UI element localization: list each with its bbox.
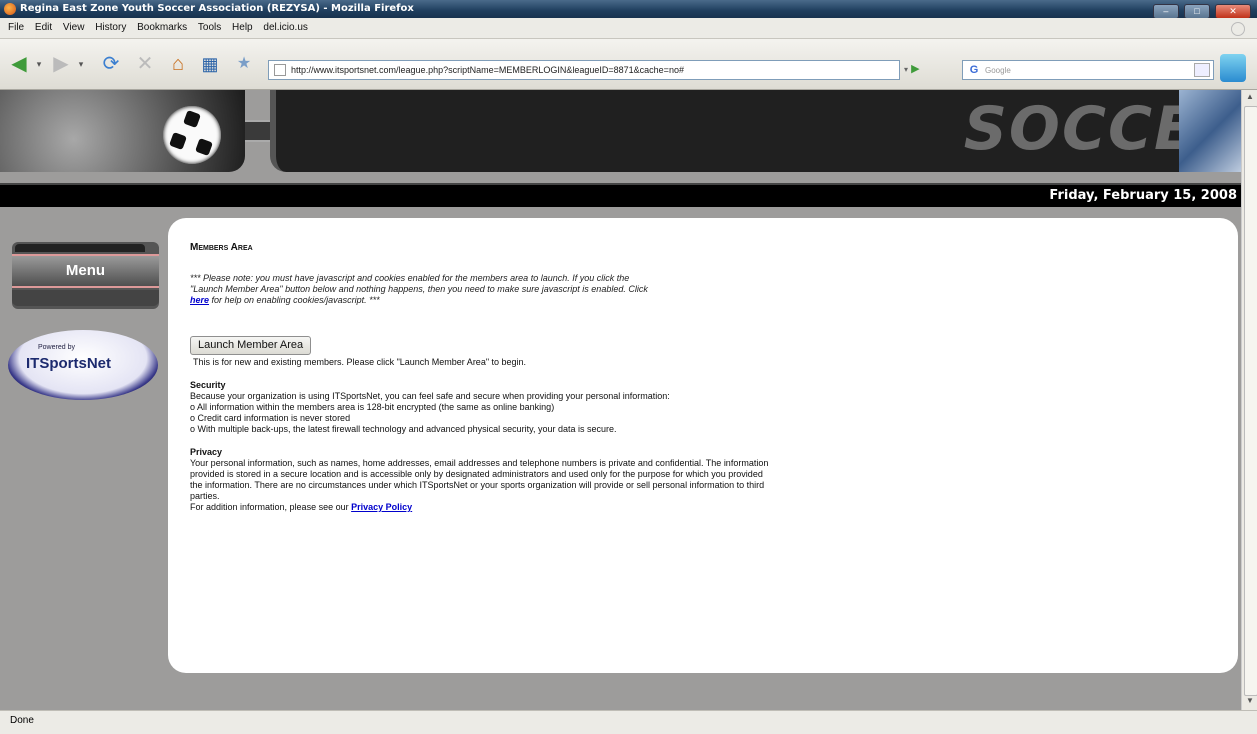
- powered-by-name: ITSportsNet: [26, 355, 112, 372]
- close-button[interactable]: ✕: [1215, 4, 1251, 19]
- date-bar: Friday, February 15, 2008: [0, 183, 1241, 207]
- status-bar: Done: [0, 710, 1257, 734]
- security-body: Because your organization is using ITSpo…: [190, 391, 770, 435]
- help-link[interactable]: here: [190, 295, 209, 305]
- throbber-icon: [1231, 22, 1245, 36]
- go-button[interactable]: ▾ ▶: [904, 60, 948, 78]
- header-photo-left: [0, 90, 245, 172]
- header-connector: [245, 120, 273, 142]
- window-controls: – □ ✕: [1151, 2, 1251, 19]
- extension-icon[interactable]: [1220, 54, 1246, 82]
- forward-dropdown-icon[interactable]: ▾: [76, 51, 86, 77]
- window-title: Regina East Zone Youth Soccer Associatio…: [20, 3, 414, 14]
- menu-history[interactable]: History: [95, 22, 126, 33]
- menu-file[interactable]: File: [8, 22, 24, 33]
- security-item: o Credit card information is never store…: [190, 413, 351, 423]
- menu-button[interactable]: Menu: [12, 254, 159, 288]
- privacy-more-prefix: For addition information, please see our: [190, 502, 349, 512]
- security-intro: Because your organization is using ITSpo…: [190, 391, 670, 401]
- menu-tools[interactable]: Tools: [198, 22, 221, 33]
- powered-by-label: Powered by: [38, 344, 75, 351]
- status-text: Done: [10, 715, 34, 726]
- header-player-image: [1179, 90, 1241, 172]
- privacy-body: Your personal information, such as names…: [190, 458, 770, 513]
- note-text-after: for help on enabling cookies/javascript.…: [211, 295, 380, 305]
- javascript-note: *** Please note: you must have javascrip…: [190, 273, 660, 306]
- navigation-toolbar: ◀ ▾ ▶ ▾ ⟳ ✕ ⌂ ▦ ★ http://www.itsportsnet…: [0, 39, 1257, 90]
- privacy-title: Privacy: [190, 447, 223, 457]
- members-area: Members Area *** Please note: you must h…: [190, 242, 770, 513]
- security-item: o All information within the members are…: [190, 402, 555, 412]
- sidebar-menu: Menu: [12, 242, 159, 309]
- security-item: o With multiple back-ups, the latest fir…: [190, 424, 617, 434]
- menu-bar: File Edit View History Bookmarks Tools H…: [0, 18, 1257, 39]
- bookmark-icon[interactable]: ▦: [197, 51, 223, 77]
- menu-view[interactable]: View: [63, 22, 85, 33]
- vertical-scrollbar[interactable]: ▲ ▼: [1241, 90, 1257, 710]
- search-box[interactable]: G Google: [962, 60, 1214, 80]
- minimize-button[interactable]: –: [1152, 4, 1179, 19]
- menu-bookmarks[interactable]: Bookmarks: [137, 22, 187, 33]
- search-placeholder: Google: [985, 66, 1011, 75]
- stop-icon[interactable]: ✕: [132, 51, 158, 77]
- back-dropdown-icon[interactable]: ▾: [34, 51, 44, 77]
- privacy-policy-link[interactable]: Privacy Policy: [351, 502, 412, 512]
- search-engine-icon[interactable]: G: [963, 61, 985, 79]
- page-title: Members Area: [190, 242, 253, 253]
- go-arrow-icon: ▶: [911, 63, 920, 75]
- url-bar[interactable]: http://www.itsportsnet.com/league.php?sc…: [268, 60, 900, 80]
- launch-subtext: This is for new and existing members. Pl…: [193, 357, 527, 367]
- privacy-text: Your personal information, such as names…: [190, 458, 769, 501]
- menu-help[interactable]: Help: [232, 22, 253, 33]
- tag-icon[interactable]: ★: [231, 51, 257, 77]
- note-text-before: *** Please note: you must have javascrip…: [190, 273, 648, 294]
- scroll-down-icon[interactable]: ▼: [1244, 696, 1256, 708]
- reload-icon[interactable]: ⟳: [98, 51, 124, 77]
- menu-edit[interactable]: Edit: [35, 22, 52, 33]
- menu-tab-bottom: [12, 290, 159, 306]
- scroll-thumb[interactable]: [1244, 106, 1257, 696]
- back-arrow-icon[interactable]: ◀: [6, 51, 32, 77]
- url-text: http://www.itsportsnet.com/league.php?sc…: [291, 65, 684, 75]
- maximize-button[interactable]: □: [1183, 4, 1210, 19]
- header-banner: SOCCE: [270, 90, 1241, 172]
- content-panel: Members Area *** Please note: you must h…: [168, 218, 1238, 673]
- page-viewport: SOCCE Friday, February 15, 2008 Menu Pow…: [0, 90, 1241, 710]
- forward-arrow-icon[interactable]: ▶: [48, 51, 74, 77]
- menu-delicious[interactable]: del.icio.us: [263, 22, 307, 33]
- soccer-ball-icon: [163, 106, 221, 164]
- scroll-up-icon[interactable]: ▲: [1244, 92, 1256, 104]
- security-title: Security: [190, 380, 226, 390]
- url-dropdown-icon[interactable]: ▾: [904, 65, 908, 74]
- window-titlebar: Regina East Zone Youth Soccer Associatio…: [0, 0, 1257, 19]
- powered-by-logo[interactable]: Powered by ITSportsNet: [8, 330, 158, 400]
- firefox-icon: [4, 3, 16, 15]
- page-favicon: [274, 64, 286, 76]
- home-icon[interactable]: ⌂: [165, 51, 191, 77]
- banner-text: SOCCE: [963, 94, 1197, 164]
- launch-member-area-button[interactable]: Launch Member Area: [190, 336, 312, 355]
- privacy-more: For addition information, please see our…: [190, 502, 770, 513]
- search-magnifier-icon[interactable]: [1194, 63, 1210, 77]
- menu-tab-top: [15, 244, 145, 252]
- current-date: Friday, February 15, 2008: [1049, 188, 1237, 203]
